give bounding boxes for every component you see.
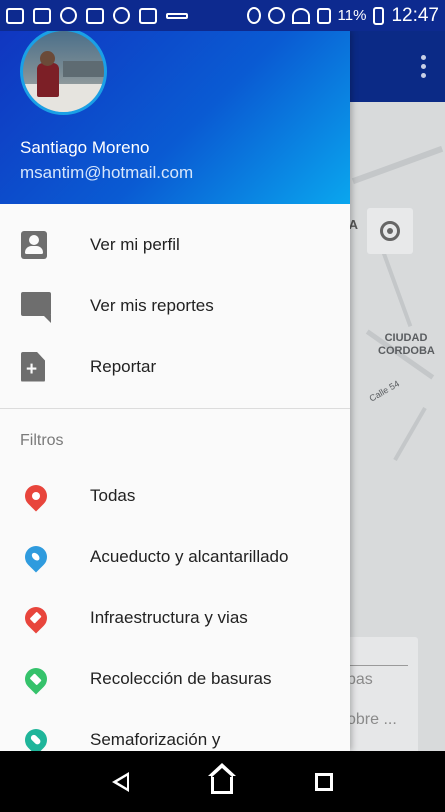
street-label: Calle 54 bbox=[367, 378, 402, 404]
pin-trash-icon bbox=[20, 662, 52, 695]
pin-red-icon bbox=[20, 479, 52, 512]
menu-item-label: Ver mi perfil bbox=[90, 234, 180, 254]
key-icon bbox=[166, 12, 188, 19]
battery-percent: 11% bbox=[337, 7, 367, 24]
filter-label: Infraestructura y vias bbox=[90, 607, 248, 627]
gmail-icon bbox=[33, 7, 51, 24]
navigation-drawer: Santiago Moreno msantim@hotmail.com Ver … bbox=[0, 31, 350, 751]
messages-icon bbox=[6, 7, 24, 24]
home-icon bbox=[208, 762, 237, 794]
filter-item-recoleccion[interactable]: Recolección de basuras bbox=[0, 648, 350, 709]
pin-water-icon bbox=[20, 540, 52, 573]
location-icon bbox=[246, 7, 261, 24]
filter-label: Semaforización y bbox=[90, 729, 221, 749]
no-signal-icon bbox=[316, 7, 331, 24]
user-name: Santiago Moreno bbox=[20, 138, 150, 157]
status-bar: 11% 12:47 bbox=[0, 0, 445, 31]
system-nav-bar bbox=[0, 751, 445, 812]
my-location-button[interactable] bbox=[367, 208, 413, 254]
filter-label: Acueducto y alcantarillado bbox=[90, 546, 289, 566]
pin-traffic-light-icon bbox=[20, 723, 52, 751]
filter-item-semaforizacion[interactable]: Semaforización y bbox=[0, 709, 350, 751]
home-button[interactable] bbox=[202, 762, 242, 802]
filter-item-acueducto[interactable]: Acueducto y alcantarillado bbox=[0, 526, 350, 587]
chat-icon bbox=[21, 291, 51, 323]
profile-icon bbox=[21, 230, 47, 259]
filter-label: Todas bbox=[90, 485, 136, 505]
filter-item-todas[interactable]: Todas bbox=[0, 465, 350, 526]
menu-item-ver-mi-perfil[interactable]: Ver mi perfil bbox=[0, 214, 350, 275]
menu-item-reportar[interactable]: Reportar bbox=[0, 336, 350, 397]
filter-label: Recolección de basuras bbox=[90, 668, 272, 688]
avatar[interactable] bbox=[20, 31, 107, 115]
user-email: msantim@hotmail.com bbox=[20, 163, 194, 182]
dnd-icon bbox=[267, 7, 285, 24]
menu-item-label: Reportar bbox=[90, 356, 157, 376]
image-icon bbox=[86, 7, 104, 24]
filter-item-infraestructura[interactable]: Infraestructura y vias bbox=[0, 587, 350, 648]
map-label: CIUDAD CORDOBA bbox=[378, 332, 435, 357]
app-icon bbox=[60, 7, 77, 24]
clock: 12:47 bbox=[391, 4, 439, 26]
add-document-icon bbox=[21, 351, 45, 382]
usb-icon bbox=[139, 7, 157, 24]
battery-icon bbox=[373, 6, 385, 25]
drawer-header: Santiago Moreno msantim@hotmail.com bbox=[0, 31, 350, 204]
wifi-icon bbox=[291, 7, 310, 24]
bulb-icon bbox=[113, 7, 130, 24]
menu-item-label: Ver mis reportes bbox=[90, 295, 214, 315]
overflow-menu-icon[interactable] bbox=[421, 55, 427, 79]
back-button[interactable] bbox=[101, 762, 141, 802]
target-icon bbox=[380, 221, 400, 241]
pin-book-icon bbox=[20, 601, 52, 634]
menu-item-ver-mis-reportes[interactable]: Ver mis reportes bbox=[0, 275, 350, 336]
back-icon bbox=[112, 771, 130, 792]
recents-button[interactable] bbox=[304, 762, 344, 802]
filters-heading: Filtros bbox=[20, 432, 64, 449]
recents-icon bbox=[315, 772, 334, 791]
